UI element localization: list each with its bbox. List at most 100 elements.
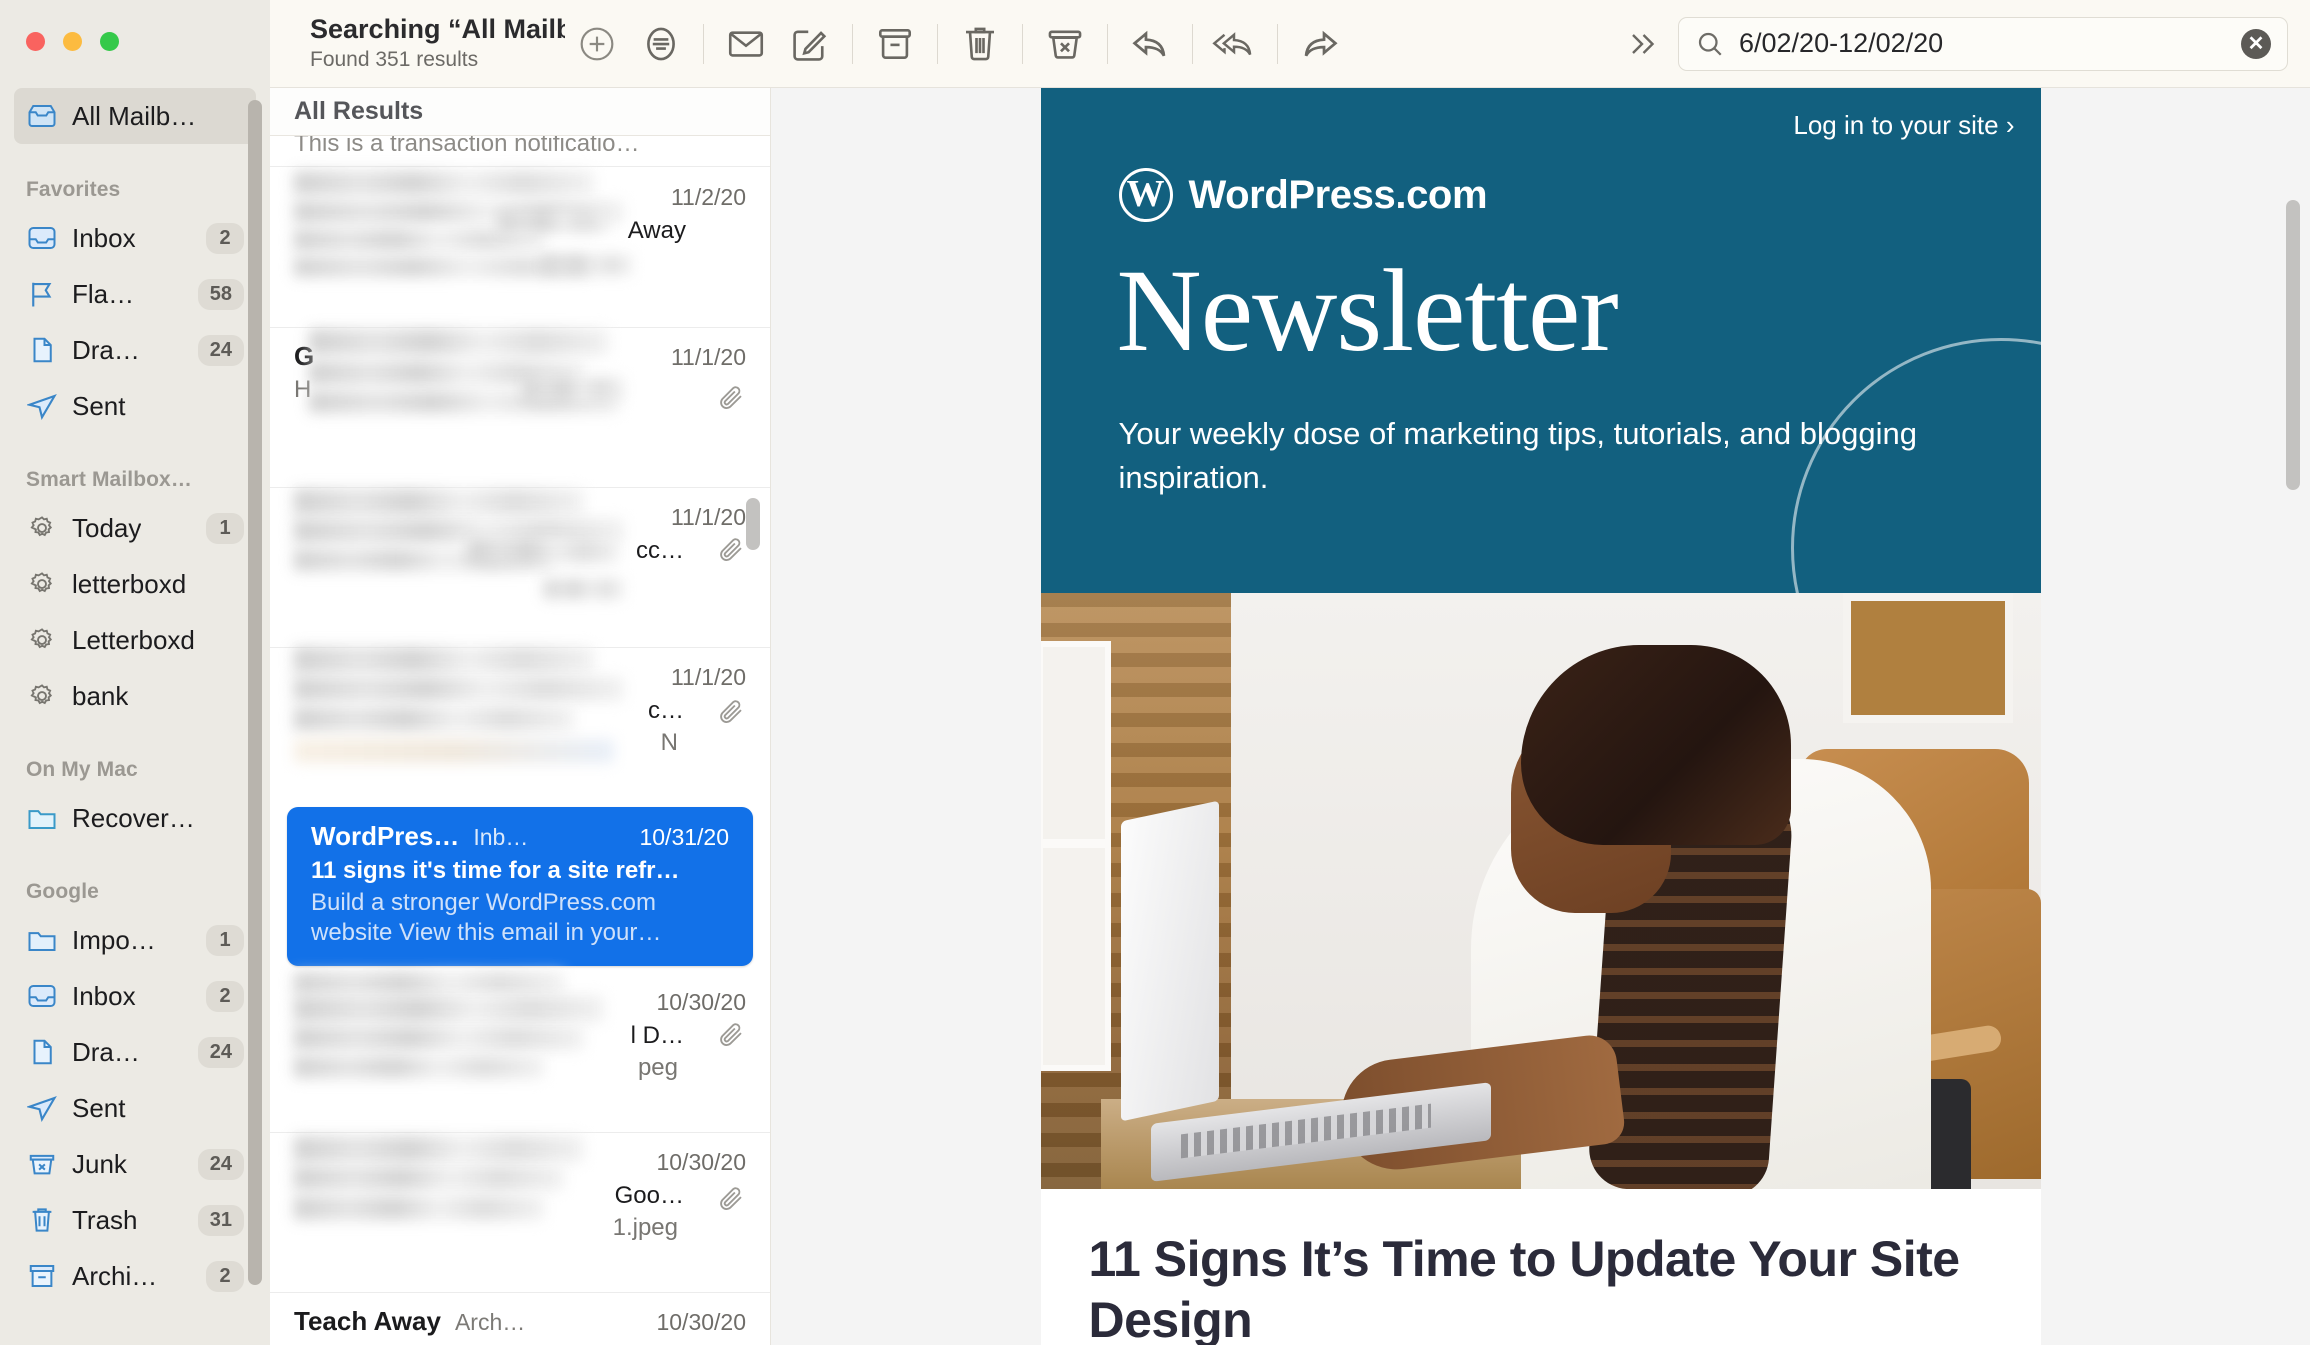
sidebar-item-label: Junk	[72, 1148, 127, 1179]
list-item[interactable]: 11/1/20 c… N	[270, 647, 770, 807]
archive-box-icon	[26, 1261, 58, 1291]
unread-badge: 31	[197, 1204, 244, 1236]
mail-app-window: All Mailb… Favorites Inbox 2 Fla… 58 Dra…	[0, 0, 2310, 1345]
sidebar-item-google-inbox[interactable]: Inbox 2	[14, 968, 256, 1024]
list-item-selected[interactable]: WordPres… Inb… 10/31/20 11 signs it's ti…	[270, 807, 770, 966]
sidebar-section-google: Google	[26, 880, 99, 903]
list-item[interactable]: 10/30/20 l D… peg	[270, 972, 770, 1133]
sidebar-item-important[interactable]: Impo… 1	[14, 912, 256, 968]
row-mailbox: Inb…	[473, 824, 529, 850]
unread-badge: 1	[206, 924, 244, 956]
sidebar-item-inbox[interactable]: Inbox 2	[14, 210, 256, 266]
article-block: 11 Signs It’s Time to Update Your Site D…	[1041, 1189, 2041, 1345]
sidebar-item-today[interactable]: Today 1	[14, 500, 256, 556]
unread-badge: 24	[197, 1148, 244, 1180]
mark-unread-button[interactable]	[714, 12, 778, 76]
sidebar-item-label: letterboxd	[72, 568, 187, 599]
content-panes: All Results This is a transaction notifi…	[270, 88, 2310, 1345]
zoom-window-button[interactable]	[100, 32, 119, 51]
sidebar-item-google-drafts[interactable]: Dra… 24	[14, 1024, 256, 1080]
row-date: 11/1/20	[670, 344, 746, 370]
folder-icon	[26, 803, 58, 833]
draft-page-icon	[26, 1037, 58, 1067]
new-mailbox-button[interactable]	[565, 12, 629, 76]
list-item[interactable]: 11/2/20 Away	[270, 167, 770, 328]
list-item[interactable]: This is a transaction notificatio…	[270, 136, 770, 166]
search-status: Searching “All Mailbo… Found 351 results	[310, 14, 565, 72]
sidebar-item-label: Letterboxd	[72, 624, 195, 655]
junk-basket-icon	[26, 1149, 58, 1179]
attachment-icon	[716, 697, 746, 732]
delete-button[interactable]	[948, 12, 1012, 76]
sidebar-item-label: Inbox	[72, 222, 136, 253]
list-item[interactable]: 10/30/20 Goo… 1.jpeg	[270, 1132, 770, 1293]
inbox-icon	[26, 981, 58, 1011]
forward-button[interactable]	[1288, 12, 1352, 76]
sidebar-item-label: Sent	[72, 1092, 126, 1123]
sidebar-item-google-sent[interactable]: Sent	[14, 1080, 256, 1136]
search-status-title: Searching “All Mailbo…	[310, 14, 565, 45]
search-field[interactable]: 6/02/20-12/02/20 ✕	[1678, 16, 2288, 71]
row-date: 10/30/20	[656, 1309, 746, 1335]
minimize-window-button[interactable]	[63, 32, 82, 51]
sidebar-item-letterboxd-lower[interactable]: letterboxd	[14, 556, 256, 612]
sidebar-item-junk[interactable]: Junk 24	[14, 1136, 256, 1192]
sidebar-item-archive[interactable]: Archi… 2	[14, 1248, 256, 1304]
sidebar-scrollbar[interactable]	[248, 100, 262, 1285]
reply-all-button[interactable]	[1203, 12, 1267, 76]
sidebar-item-trash[interactable]: Trash 31	[14, 1192, 256, 1248]
sidebar-item-bank[interactable]: bank	[14, 668, 256, 724]
sidebar-item-label: Fla…	[72, 278, 135, 309]
sidebar-item-flagged[interactable]: Fla… 58	[14, 266, 256, 322]
gear-icon	[26, 569, 58, 599]
search-result-count: Found 351 results	[310, 48, 479, 72]
flag-icon	[26, 279, 58, 309]
archive-button[interactable]	[863, 12, 927, 76]
list-item[interactable]: G 11/1/20 H	[270, 327, 770, 488]
search-input-value[interactable]: 6/02/20-12/02/20	[1739, 28, 2227, 59]
sidebar-section-favorites: Favorites	[26, 178, 121, 201]
hero-photo	[1040, 593, 2041, 1189]
row-snippet: Build a stronger WordPress.com website V…	[311, 889, 662, 946]
sidebar-item-label: bank	[72, 680, 129, 711]
wordpress-brand: W WordPress.com	[1118, 168, 2041, 222]
message-list-header: All Results	[270, 88, 770, 136]
sidebar-item-recovered[interactable]: Recover…	[14, 790, 256, 846]
toolbar-overflow-button[interactable]	[1624, 26, 1660, 62]
main-area: Searching “All Mailbo… Found 351 results	[270, 0, 2310, 1345]
row-date: 10/30/20	[656, 1149, 746, 1175]
unread-badge: 58	[197, 278, 244, 310]
sidebar-item-all-mailboxes[interactable]: All Mailb…	[14, 88, 256, 144]
sidebar-item-letterboxd-upper[interactable]: Letterboxd	[14, 612, 256, 668]
sidebar-item-label: Dra…	[72, 334, 140, 365]
reading-pane-scrollbar[interactable]	[2286, 200, 2300, 490]
decorative-circle	[1790, 338, 2041, 593]
trash-icon	[26, 1205, 58, 1235]
list-item[interactable]: Teach Away Arch… 10/30/20	[270, 1292, 770, 1345]
sidebar-item-label: Sent	[72, 390, 126, 421]
sidebar-item-label: All Mailb…	[72, 100, 197, 131]
close-window-button[interactable]	[26, 32, 45, 51]
sidebar-section-smart-mailboxes: Smart Mailbox…	[26, 468, 192, 491]
sidebar-item-sent[interactable]: Sent	[14, 378, 256, 434]
unread-badge: 24	[197, 334, 244, 366]
message-list-body: This is a transaction notificatio… 11/2/…	[270, 136, 770, 1345]
reply-button[interactable]	[1118, 12, 1182, 76]
clear-search-button[interactable]: ✕	[2241, 28, 2271, 59]
junk-button[interactable]	[1033, 12, 1097, 76]
sidebar-item-drafts[interactable]: Dra… 24	[14, 322, 256, 378]
list-item[interactable]: 11/1/20 cc…	[270, 487, 770, 648]
toolbar: Searching “All Mailbo… Found 351 results	[270, 0, 2310, 88]
message-list-scrollbar[interactable]	[746, 498, 760, 550]
compose-button[interactable]	[778, 12, 842, 76]
toolbar-divider	[852, 23, 853, 64]
unread-badge: 2	[206, 1260, 244, 1292]
selected-message-card[interactable]: WordPres… Inb… 10/31/20 11 signs it's ti…	[287, 807, 753, 966]
newsletter-title: Newsletter	[1116, 245, 1619, 376]
filter-button[interactable]	[629, 12, 693, 76]
all-mailboxes-icon	[26, 101, 58, 131]
row-date: 11/1/20	[670, 504, 746, 530]
folder-icon	[26, 925, 58, 955]
login-to-site-link[interactable]: Log in to your site ›	[1793, 110, 2014, 141]
row-date: 11/2/20	[670, 184, 746, 210]
